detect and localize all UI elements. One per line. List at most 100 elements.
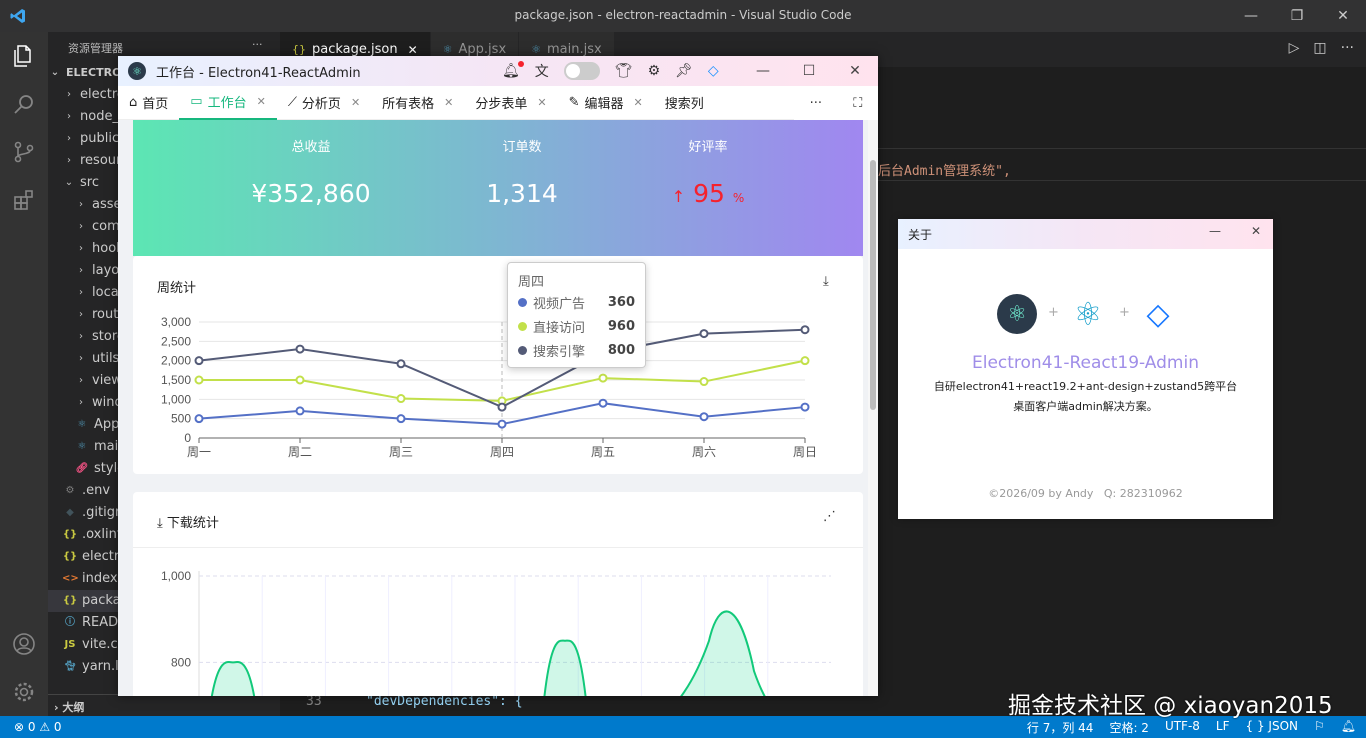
chevron-right-icon: ›: [79, 199, 83, 210]
account-icon[interactable]: [0, 620, 48, 668]
split-editor-icon[interactable]: ◫: [1313, 40, 1326, 56]
react-logo-icon[interactable]: ◇: [708, 63, 719, 79]
data-point: [598, 373, 608, 383]
fullscreen-icon[interactable]: ⛶: [853, 96, 862, 111]
language-mode[interactable]: { } JSON: [1246, 719, 1298, 736]
problems-status[interactable]: ⊗ 0 ⚠ 0: [0, 720, 62, 734]
data-point: [396, 359, 406, 369]
app-tab-label: 分析页: [301, 97, 341, 112]
info-file-icon: ⓘ: [65, 617, 75, 628]
app-close-button[interactable]: ✕: [832, 56, 878, 86]
plus-icon: +: [1119, 305, 1130, 320]
app-tab[interactable]: 所有表格 ✕: [371, 86, 464, 120]
scrollbar[interactable]: [868, 120, 878, 696]
more-actions-icon[interactable]: ···: [1341, 40, 1354, 56]
data-point: [598, 398, 608, 408]
more-tabs-icon[interactable]: ···: [810, 96, 822, 111]
minimize-button[interactable]: —: [1228, 0, 1274, 32]
tree-item-label: .env: [82, 483, 111, 498]
yarn-file-icon: 🐈︎: [63, 661, 77, 672]
app-tab[interactable]: ⟋ 分析页 ✕: [277, 86, 371, 120]
close-tab-icon[interactable]: ✕: [257, 95, 266, 108]
run-icon[interactable]: ▷: [1289, 40, 1300, 56]
data-point: [295, 344, 305, 354]
restore-button[interactable]: ❐: [1274, 0, 1320, 32]
about-minimize-button[interactable]: —: [1209, 224, 1221, 238]
search-icon[interactable]: [0, 80, 48, 128]
about-description: 桌面客户端admin解决方案。: [1013, 400, 1158, 413]
extensions-icon[interactable]: [0, 176, 48, 224]
tooltip-category: 周四: [518, 275, 545, 290]
weekly-stats-card: 周统计 ⤓ 0 500 1,000 1,500 2,000 2,500 3,000 周一 周二周…: [133, 256, 863, 474]
settings-gear-icon[interactable]: [0, 668, 48, 716]
app-title: 工作台 - Electron41-ReactAdmin: [156, 65, 361, 81]
close-button[interactable]: ✕: [1320, 0, 1366, 32]
explorer-icon[interactable]: [0, 32, 48, 80]
translate-icon[interactable]: 文: [535, 61, 549, 81]
cursor-position[interactable]: 行 7，列 44: [1027, 719, 1094, 736]
x-tick-label: 周二: [288, 445, 312, 459]
feedback-icon[interactable]: ⚐: [1314, 719, 1325, 736]
x-tick-label: 周三: [389, 445, 413, 459]
about-titlebar: 关于 — ✕: [898, 219, 1273, 249]
monitor-icon: ▭: [190, 94, 203, 109]
data-point: [497, 402, 507, 412]
edit-icon: ✎: [568, 95, 580, 110]
data-point: [194, 356, 204, 366]
scrollbar-thumb[interactable]: [870, 160, 876, 410]
app-tab[interactable]: ✎ 编辑器 ✕: [558, 86, 654, 120]
close-tab-icon[interactable]: ✕: [408, 43, 418, 57]
indentation-status[interactable]: 空格: 2: [1109, 719, 1149, 736]
eol-status[interactable]: LF: [1216, 719, 1230, 736]
chart-tooltip: 周四 视频广告 360 直接访问 960 搜索引擎 800: [507, 262, 646, 368]
app-tab-label: 首页: [142, 97, 169, 112]
explorer-label: 资源管理器: [68, 42, 123, 55]
tooltip-series-name: 视频广告: [533, 296, 586, 312]
data-point: [800, 356, 810, 366]
skin-icon[interactable]: 👕︎: [615, 63, 633, 79]
app-tab[interactable]: 搜索列: [654, 86, 715, 120]
chevron-right-icon: ›: [79, 287, 83, 298]
pin-icon[interactable]: 📌︎: [675, 63, 693, 79]
settings-icon[interactable]: ⚙: [648, 63, 661, 79]
app-maximize-button[interactable]: ☐: [786, 56, 832, 86]
stat-value: 1,314: [486, 179, 558, 208]
code-text[interactable]: 后台Admin管理系统",: [878, 160, 1011, 179]
chevron-right-icon: ›: [79, 265, 83, 276]
stat-rating: 好评率 ↑ 95 %: [643, 136, 773, 208]
download-area-chart: 6008001,000: [161, 569, 831, 696]
about-close-button[interactable]: ✕: [1251, 224, 1261, 238]
language-label: JSON: [1268, 719, 1298, 733]
html-file-icon: <>: [62, 573, 79, 584]
react-file-icon: ⚛: [531, 43, 542, 56]
app-tab-label: 所有表格: [382, 97, 435, 112]
x-tick-label: 周日: [793, 445, 817, 459]
close-tab-icon[interactable]: ✕: [634, 96, 643, 109]
app-tab[interactable]: ▭ 工作台 ✕: [179, 86, 277, 120]
source-control-icon[interactable]: [0, 128, 48, 176]
app-tab-label: 分步表单: [475, 97, 528, 112]
outline-label: 大纲: [62, 701, 85, 714]
x-tick-label: 周六: [692, 445, 716, 459]
theme-toggle[interactable]: [563, 62, 600, 80]
app-tab[interactable]: 分步表单 ✕: [464, 86, 557, 120]
outline-section[interactable]: › 大纲: [48, 694, 280, 716]
chart-icon: ⟋: [287, 95, 297, 110]
data-point: [194, 414, 204, 424]
close-tab-icon[interactable]: ✕: [351, 96, 360, 109]
stat-label: 订单数: [502, 140, 542, 155]
notification-bell-icon[interactable]: 🔔︎: [502, 61, 524, 79]
notifications-bell-icon[interactable]: 🔔︎: [1341, 719, 1356, 736]
chevron-down-icon: ⌄: [64, 177, 74, 188]
chevron-right-icon: ›: [67, 133, 71, 144]
editor-tab-label: package.json: [312, 42, 398, 57]
y-tick-label: 800: [171, 655, 191, 669]
encoding-status[interactable]: UTF-8: [1165, 719, 1200, 736]
app-minimize-button[interactable]: —: [740, 56, 786, 86]
about-description: 自研electron41+react19.2+ant-design+zustan…: [933, 380, 1238, 393]
app-tab[interactable]: ⌂ 首页: [118, 86, 179, 120]
more-actions-icon[interactable]: ···: [252, 38, 263, 51]
close-tab-icon[interactable]: ✕: [444, 96, 453, 109]
antd-logo-icon: ◇: [1146, 296, 1170, 332]
close-tab-icon[interactable]: ✕: [537, 96, 546, 109]
